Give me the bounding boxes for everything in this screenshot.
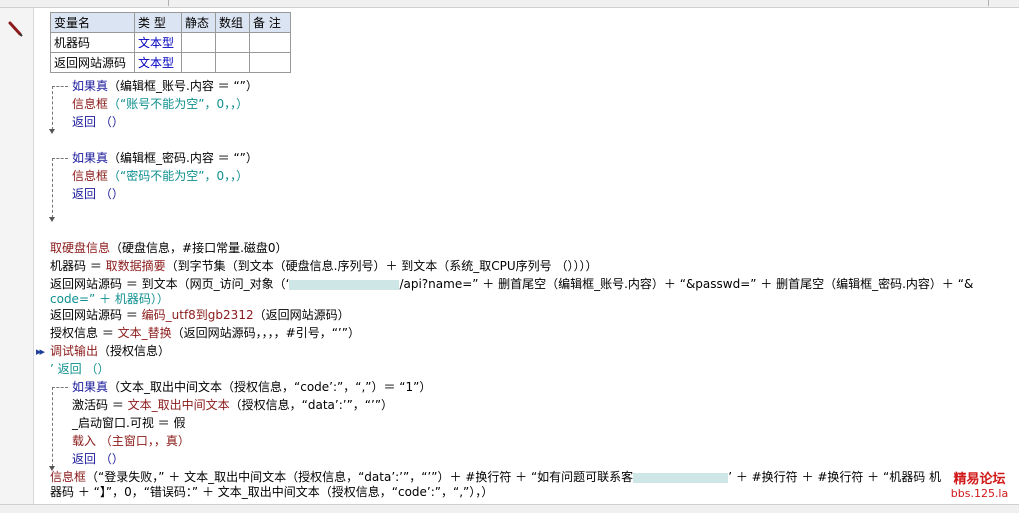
redacted-contact [633, 472, 729, 483]
code-text: 机器码 ＝ [50, 259, 106, 273]
code-line[interactable]: 激活码 ＝ 文本_取出中间文本（授权信息，“data’:’”，“’”） [72, 397, 393, 413]
flow-arrow-icon [49, 129, 55, 134]
keyword: 如果真 [72, 380, 109, 394]
code-text: （授权信息） [98, 344, 171, 358]
var-name-cell[interactable]: 返回网站源码 [50, 52, 135, 73]
method-selector[interactable] [168, 0, 989, 6]
code-line[interactable]: 返回网站源码 ＝ 编码_utf8到gb2312（返回网站源码） [50, 307, 350, 323]
code-line[interactable]: 如果真（编辑框_账号.内容 ＝ “”） [72, 78, 258, 94]
pencil-icon [8, 21, 23, 37]
table-row[interactable]: 机器码 文本型 [50, 32, 291, 53]
code-line[interactable]: 信息框（“账号不能为空”，0，，） [72, 96, 248, 112]
code-line[interactable]: 机器码 ＝ 取数据摘要（到字节集（到文本（硬盘信息.序列号）＋ 到文本（系统_取… [50, 258, 598, 274]
flow-line [52, 387, 68, 388]
code-text: （编辑框_密码.内容 ＝ “”） [108, 151, 258, 165]
code-text: 激活码 ＝ [72, 398, 128, 412]
variable-table: 变量名 类 型 静态 数组 备 注 机器码 文本型 返回网站源码 文本型 [50, 12, 291, 73]
code-line[interactable]: 调试输出（授权信息） [50, 343, 170, 359]
watermark: 精易论坛 bbs.125.la [940, 473, 1019, 501]
code-line[interactable]: 返回 （） [72, 451, 124, 467]
code-text: （编辑框_账号.内容 ＝ “”） [108, 79, 258, 93]
function-name: 信息框 [50, 470, 87, 484]
code-text: （返回网站源码） [253, 308, 350, 322]
code-text: （返回网站源码，，，，#引号，“’”） [171, 326, 360, 340]
variable-table-header: 变量名 类 型 静态 数组 备 注 [50, 12, 291, 33]
function-name: 调试输出 [50, 344, 99, 358]
code-text: 返回网站源码 ＝ [50, 308, 142, 322]
flow-line [52, 387, 53, 467]
code-line[interactable]: 返回 （） [72, 186, 124, 202]
code-text: ’ ＋ #换行符 ＋ #换行符 ＋ “机器码 机 [728, 470, 942, 484]
watermark-title: 精易论坛 [953, 472, 1006, 487]
var-name-cell[interactable]: 机器码 [50, 32, 135, 53]
header-static: 静态 [181, 12, 216, 33]
code-text: /api?name=” ＋ 删首尾空（编辑框_账号.内容）＋ “&passwd=… [399, 277, 974, 291]
code-text: （授权信息，“data’:’”，“’”） [229, 398, 394, 412]
function-name: 编码_utf8到gb2312 [141, 308, 254, 322]
comment-line[interactable]: ’ 返回 （） [50, 361, 109, 377]
header-remark: 备 注 [249, 12, 291, 33]
header-var-name: 变量名 [50, 12, 135, 33]
watermark-url: bbs.125.la [950, 487, 1009, 500]
flow-line [52, 86, 68, 87]
redacted-url [289, 279, 400, 290]
var-remark-cell[interactable] [249, 32, 291, 53]
code-text: （硬盘信息，#接口常量.磁盘0） [110, 241, 288, 255]
flow-line [52, 158, 53, 218]
code-text: （到字节集（到文本（硬盘信息.序列号）＋ 到文本（系统_取CPU序列号 （）））… [165, 259, 598, 273]
code-line[interactable]: 如果真（编辑框_密码.内容 ＝ “”） [72, 150, 258, 166]
code-text: 授权信息 ＝ [50, 326, 118, 340]
function-name: 取硬盘信息 [50, 241, 111, 255]
code-line[interactable]: 如果真（文本_取出中间文本（授权信息，“code’:”，“,”）＝ “1”） [72, 379, 431, 395]
code-line[interactable]: 返回网站源码 ＝ 到文本（网页_访问_对象（‘ /api?name=” ＋ 删首尾… [50, 276, 973, 292]
code-line[interactable]: 器码 ＋ “】”，0，“错误码：” ＋ 文本_取出中间文本（授权信息，“code… [50, 484, 493, 500]
function-name: 文本_替换 [117, 326, 172, 340]
var-array-cell[interactable] [215, 52, 250, 73]
code-line[interactable]: 取硬盘信息（硬盘信息，#接口常量.磁盘0） [50, 240, 288, 256]
code-line[interactable]: 信息框（“密码不能为空”，0，，） [72, 168, 248, 184]
keyword: 如果真 [72, 79, 109, 93]
code-line[interactable]: 载入 （主窗口，，真） [72, 433, 190, 449]
code-text: （文本_取出中间文本（授权信息，“code’:”，“,”）＝ “1”） [108, 380, 432, 394]
code-line[interactable]: code=” ＋ 机器码）） [50, 291, 169, 307]
top-toolbar [0, 0, 1019, 8]
code-text: （“登录失败，” ＋ 文本_取出中间文本（授权信息，“data’:’”，“’”）… [86, 470, 634, 484]
function-name: 信息框 [72, 97, 109, 111]
code-text: 返回网站源码 ＝ 到文本（网页_访问_对象（‘ [50, 277, 290, 291]
flow-line [52, 86, 53, 130]
code-line[interactable]: 授权信息 ＝ 文本_替换（返回网站源码，，，，#引号，“’”） [50, 325, 360, 341]
breakpoint-arrow-icon: ▸▸ [36, 345, 45, 358]
function-name: 文本_取出中间文本 [127, 398, 230, 412]
code-line[interactable]: _启动窗口.可视 ＝ 假 [72, 415, 185, 431]
editor-gutter [0, 8, 34, 504]
var-type-cell[interactable]: 文本型 [134, 32, 182, 53]
var-static-cell[interactable] [181, 32, 216, 53]
var-type-cell[interactable]: 文本型 [134, 52, 182, 73]
header-array: 数组 [215, 12, 250, 33]
code-line[interactable]: 返回 （） [72, 114, 124, 130]
table-row[interactable]: 返回网站源码 文本型 [50, 52, 291, 73]
flow-line [52, 158, 68, 159]
var-static-cell[interactable] [181, 52, 216, 73]
code-text: （“账号不能为空”，0，，） [108, 97, 249, 111]
function-name: 取数据摘要 [105, 259, 166, 273]
var-array-cell[interactable] [215, 32, 250, 53]
header-type: 类 型 [134, 12, 182, 33]
keyword: 如果真 [72, 151, 109, 165]
flow-arrow-icon [49, 217, 55, 222]
function-name: 信息框 [72, 169, 109, 183]
var-remark-cell[interactable] [249, 52, 291, 73]
code-line[interactable]: 信息框（“登录失败，” ＋ 文本_取出中间文本（授权信息，“data’:’”，“… [50, 469, 941, 485]
object-selector[interactable] [0, 0, 169, 6]
code-text: （“密码不能为空”，0，，） [108, 169, 249, 183]
